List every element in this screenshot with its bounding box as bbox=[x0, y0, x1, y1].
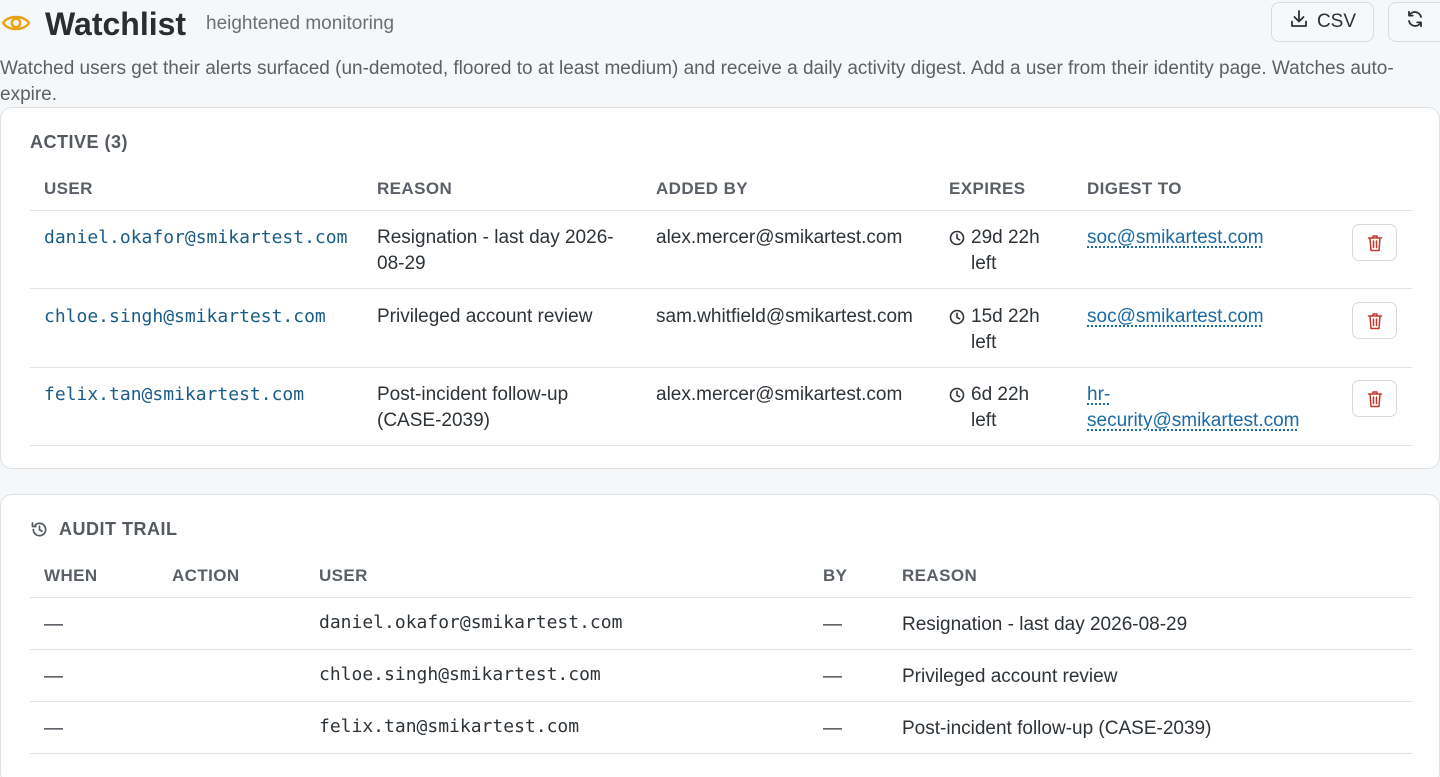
digest-link[interactable]: soc@smikartest.com bbox=[1087, 225, 1317, 251]
expires-cell: 15d 22h left bbox=[949, 304, 1059, 356]
reason-text: Post-incident follow-up (CASE-2039) bbox=[377, 384, 569, 431]
reason-text: Resignation - last day 2026-08-29 bbox=[377, 227, 614, 274]
trash-icon bbox=[1367, 312, 1382, 329]
expires-text: 15d 22h left bbox=[971, 306, 1040, 353]
row-divider bbox=[30, 288, 1412, 289]
page-header: Watchlist heightened monitoring CSV bbox=[0, 0, 1440, 50]
row-divider bbox=[30, 753, 1412, 754]
page-subtitle: heightened monitoring bbox=[206, 13, 395, 34]
header-divider bbox=[30, 210, 1412, 211]
audit-section-header: AUDIT TRAIL bbox=[30, 519, 177, 540]
column-header-reason: REASON bbox=[902, 566, 978, 585]
page-description: Watched users get their alerts surfaced … bbox=[0, 58, 1394, 105]
refresh-button[interactable] bbox=[1388, 2, 1440, 42]
history-icon bbox=[31, 522, 47, 537]
watchlist-page: Watchlist heightened monitoring CSV Watc… bbox=[0, 0, 1440, 777]
csv-button-label: CSV bbox=[1316, 11, 1357, 32]
clock-icon bbox=[949, 230, 965, 246]
audit-reason-text: Post-incident follow-up (CASE-2039) bbox=[902, 718, 1212, 739]
refresh-icon bbox=[1405, 9, 1425, 35]
when-text: — bbox=[44, 614, 63, 635]
delete-watch-button[interactable] bbox=[1352, 302, 1397, 339]
when-text: — bbox=[44, 666, 63, 687]
user-link[interactable]: felix.tan@smikartest.com bbox=[44, 382, 304, 408]
audit-user-text: chloe.singh@smikartest.com bbox=[319, 664, 601, 685]
added-by-text: alex.mercer@smikartest.com bbox=[656, 384, 903, 405]
row-divider bbox=[30, 367, 1412, 368]
added-by-text: sam.whitfield@smikartest.com bbox=[656, 306, 913, 327]
by-text: — bbox=[823, 614, 842, 635]
digest-link[interactable]: hr-security@smikartest.com bbox=[1087, 382, 1312, 434]
active-section-title: ACTIVE (3) bbox=[30, 132, 129, 152]
expires-text: 6d 22h left bbox=[971, 384, 1030, 431]
expires-cell: 29d 22h left bbox=[949, 225, 1059, 277]
added-by-text: alex.mercer@smikartest.com bbox=[656, 227, 903, 248]
audit-reason-text: Privileged account review bbox=[902, 666, 1118, 687]
delete-watch-button[interactable] bbox=[1352, 224, 1397, 261]
column-header-reason: REASON bbox=[377, 179, 453, 198]
clock-icon bbox=[949, 309, 965, 325]
column-header-when: WHEN bbox=[44, 566, 98, 585]
active-watches-card: ACTIVE (3) USER REASON ADDED BY EXPIRES … bbox=[0, 107, 1440, 469]
digest-link[interactable]: soc@smikartest.com bbox=[1087, 304, 1317, 330]
column-header-by: BY bbox=[823, 566, 848, 585]
column-header-added-by: ADDED BY bbox=[656, 179, 748, 198]
row-divider bbox=[30, 445, 1412, 446]
expires-cell: 6d 22h left bbox=[949, 382, 1059, 434]
reason-text: Privileged account review bbox=[377, 306, 593, 327]
csv-export-button[interactable]: CSV bbox=[1271, 2, 1374, 42]
clock-icon bbox=[949, 387, 965, 403]
audit-section-title: AUDIT TRAIL bbox=[59, 519, 178, 539]
expires-text: 29d 22h left bbox=[971, 227, 1040, 274]
audit-trail-card: AUDIT TRAIL WHEN ACTION USER BY REASON —… bbox=[0, 494, 1440, 777]
row-divider bbox=[30, 701, 1412, 702]
page-title: Watchlist bbox=[45, 6, 187, 42]
column-header-expires: EXPIRES bbox=[949, 179, 1026, 198]
header-divider bbox=[30, 597, 1412, 598]
audit-reason-text: Resignation - last day 2026-08-29 bbox=[902, 614, 1188, 635]
trash-icon bbox=[1367, 234, 1382, 251]
column-header-action: ACTION bbox=[172, 566, 240, 585]
download-icon bbox=[1289, 9, 1309, 35]
delete-watch-button[interactable] bbox=[1352, 380, 1397, 417]
user-link[interactable]: chloe.singh@smikartest.com bbox=[44, 304, 326, 330]
audit-user-text: daniel.okafor@smikartest.com bbox=[319, 612, 623, 633]
by-text: — bbox=[823, 718, 842, 739]
eye-icon bbox=[0, 9, 32, 37]
when-text: — bbox=[44, 718, 63, 739]
column-header-user: USER bbox=[319, 566, 368, 585]
audit-user-text: felix.tan@smikartest.com bbox=[319, 716, 580, 737]
row-divider bbox=[30, 649, 1412, 650]
column-header-digest-to: DIGEST TO bbox=[1087, 179, 1182, 198]
user-link[interactable]: daniel.okafor@smikartest.com bbox=[44, 225, 347, 251]
column-header-user: USER bbox=[44, 179, 93, 198]
by-text: — bbox=[823, 666, 842, 687]
trash-icon bbox=[1367, 390, 1382, 407]
